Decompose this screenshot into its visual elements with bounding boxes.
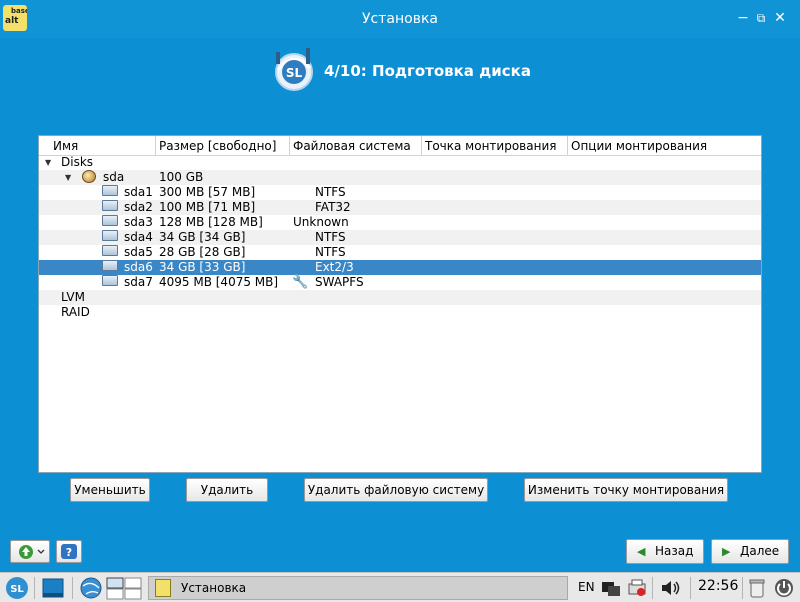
- workspace-switcher-icon[interactable]: [106, 576, 144, 600]
- window-title: Установка: [362, 11, 438, 27]
- trash-icon[interactable]: [746, 576, 768, 600]
- taskbar: SL Установка EN 22:56: [0, 572, 800, 602]
- next-button[interactable]: ▶ Далее: [711, 539, 789, 564]
- column-mountpoint[interactable]: Точка монтирования: [425, 139, 556, 153]
- clock[interactable]: 22:56: [698, 578, 738, 594]
- column-name[interactable]: Имя: [53, 139, 78, 153]
- collapse-arrow-icon[interactable]: ▼: [65, 170, 71, 185]
- up-arrow-icon: [19, 545, 45, 559]
- partition-icon: [102, 230, 118, 241]
- partition-icon: [102, 185, 118, 196]
- show-desktop-icon[interactable]: [40, 576, 66, 600]
- tree-row-sda6-selected[interactable]: sda6 34 GB [33 GB] Ext2/3: [39, 260, 761, 275]
- shrink-button[interactable]: Уменьшить: [70, 478, 150, 502]
- tree-row-sda1[interactable]: sda1 300 MB [57 MB] NTFS: [39, 185, 761, 200]
- minimize-button[interactable]: −: [735, 10, 751, 26]
- tree-row-sda3[interactable]: sda3 128 MB [128 MB] Unknown: [39, 215, 761, 230]
- tree-row-sda4[interactable]: sda4 34 GB [34 GB] NTFS: [39, 230, 761, 245]
- partition-icon: [102, 245, 118, 256]
- volume-icon[interactable]: [658, 576, 684, 600]
- svg-text:SL: SL: [286, 66, 303, 80]
- maximize-button[interactable]: ⧉: [753, 10, 769, 26]
- tree-row-sda2[interactable]: sda2 100 MB [71 MB] FAT32: [39, 200, 761, 215]
- tree-row-lvm[interactable]: LVM: [39, 290, 761, 305]
- start-menu-icon[interactable]: SL: [4, 576, 30, 600]
- delete-filesystem-button[interactable]: Удалить файловую систему: [304, 478, 488, 502]
- help-button[interactable]: ?: [56, 540, 82, 563]
- simply-linux-logo-icon: SL: [275, 48, 313, 91]
- svg-text:SL: SL: [10, 584, 24, 595]
- delete-button[interactable]: Удалить: [186, 478, 268, 502]
- collapse-arrow-icon[interactable]: ▼: [45, 155, 51, 170]
- partition-icon: [102, 260, 118, 271]
- partition-icon: [102, 275, 118, 286]
- printer-icon[interactable]: [626, 576, 648, 600]
- partition-icon: [102, 200, 118, 211]
- close-button[interactable]: ✕: [772, 10, 788, 26]
- disk-tree[interactable]: Имя Размер [свободно] Файловая система Т…: [38, 135, 762, 473]
- svg-text:?: ?: [66, 546, 72, 559]
- keyboard-layout[interactable]: EN: [578, 580, 595, 594]
- column-filesystem[interactable]: Файловая система: [293, 139, 411, 153]
- tree-row-sda7[interactable]: sda7 4095 MB [4075 MB] 🔧 SWAPFS: [39, 275, 761, 290]
- arrow-left-icon: ◀: [637, 545, 646, 558]
- change-mountpoint-button[interactable]: Изменить точку монтирования: [524, 478, 728, 502]
- web-browser-icon[interactable]: [78, 576, 104, 600]
- tree-row-sda[interactable]: ▼ sda 100 GB: [39, 170, 761, 185]
- help-icon: ?: [61, 544, 77, 559]
- tree-row-raid[interactable]: RAID: [39, 305, 761, 320]
- tree-header: Имя Размер [свободно] Файловая система Т…: [39, 136, 761, 156]
- window-titlebar[interactable]: base alt Установка − ⧉ ✕: [0, 0, 800, 38]
- taskbar-task-installer[interactable]: Установка: [148, 576, 568, 600]
- menu-button[interactable]: [10, 540, 50, 563]
- hard-disk-icon: [82, 170, 96, 183]
- wrench-icon: 🔧: [292, 275, 309, 290]
- power-icon[interactable]: [772, 576, 796, 600]
- column-mount-options[interactable]: Опции монтирования: [571, 139, 707, 153]
- partition-icon: [102, 215, 118, 226]
- tree-row-sda5[interactable]: sda5 28 GB [28 GB] NTFS: [39, 245, 761, 260]
- back-button[interactable]: ◀ Назад: [626, 539, 704, 564]
- tree-row-disks[interactable]: ▼ Disks: [39, 155, 761, 170]
- column-size[interactable]: Размер [свободно]: [159, 139, 276, 153]
- alt-linux-logo-icon: [155, 579, 171, 597]
- step-title: 4/10: Подготовка диска: [324, 62, 531, 80]
- arrow-right-icon: ▶: [722, 545, 731, 558]
- network-icon[interactable]: [600, 576, 622, 600]
